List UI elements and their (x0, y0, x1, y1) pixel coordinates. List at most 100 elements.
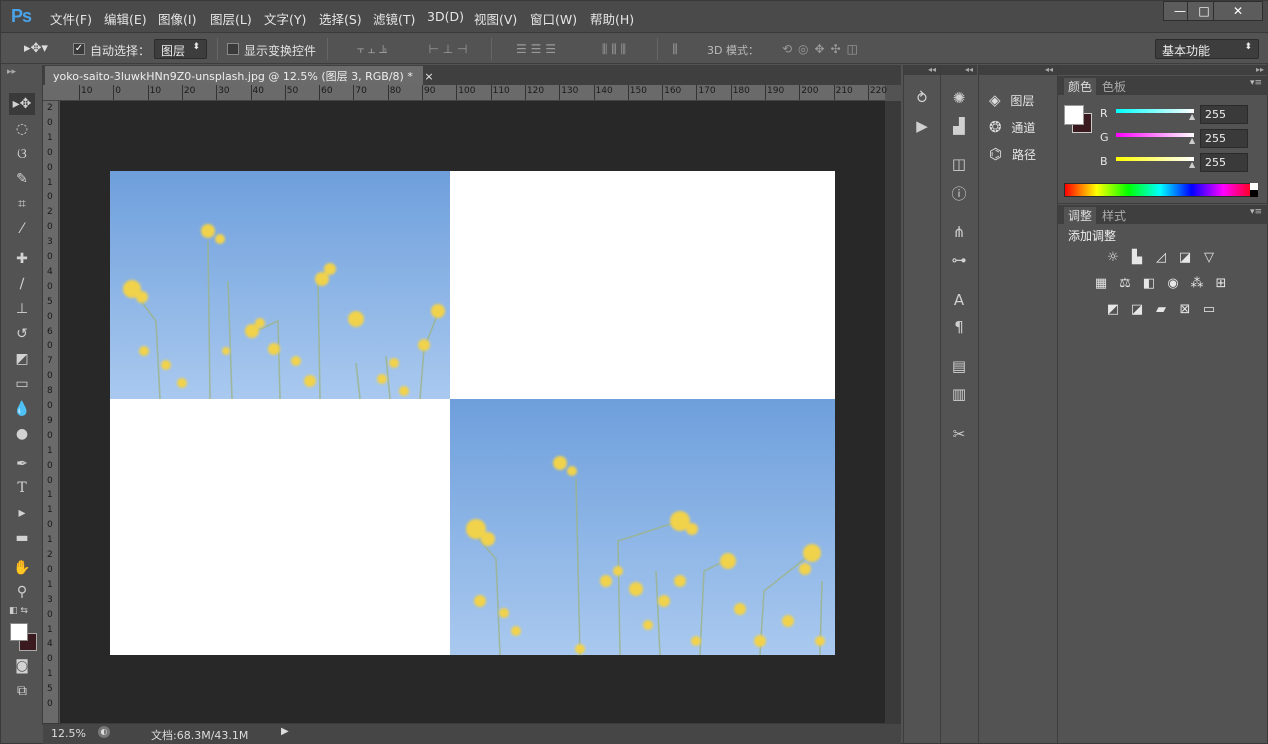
paths-panel-button[interactable]: ⌬ 路径 (989, 145, 1053, 165)
vertical-scrollbar[interactable] (885, 101, 901, 723)
eraser-tool-icon[interactable]: ◩ (9, 348, 35, 370)
close-button[interactable]: ✕ (1213, 1, 1263, 21)
r-value-input[interactable]: 255 (1200, 105, 1248, 124)
menu-type[interactable]: 文字(Y) (264, 9, 306, 28)
channels-panel-button[interactable]: ❂ 通道 (989, 118, 1053, 138)
distribute-horizontal-icons[interactable]: ⫼ ⫼ ⫼ (579, 42, 649, 57)
black-white-icon[interactable]: ◧ (1140, 276, 1158, 292)
curves-icon[interactable]: ◿ (1152, 250, 1170, 266)
gradient-tool-icon[interactable]: ▭ (9, 373, 35, 395)
marquee-tool-icon[interactable]: ◌ (9, 118, 35, 140)
slider-handle-icon[interactable]: ▲ (1189, 112, 1195, 121)
quick-mask-icon[interactable]: ◙ (9, 655, 35, 677)
b-slider[interactable] (1116, 157, 1194, 161)
path-selection-tool-icon[interactable]: ▸ (9, 502, 35, 524)
clone-stamp-tool-icon[interactable]: ⊥ (9, 298, 35, 320)
blur-tool-icon[interactable]: 💧 (9, 398, 35, 420)
zoom-level[interactable]: 12.5% (51, 727, 86, 740)
status-menu-arrow-icon[interactable]: ▶ (281, 726, 289, 737)
move-tool-icon[interactable]: ▸✥ (9, 93, 35, 115)
posterize-icon[interactable]: ◪ (1128, 302, 1146, 318)
pen-tool-icon[interactable]: ✒ (9, 453, 35, 475)
close-tab-icon[interactable]: × (424, 70, 433, 83)
document-canvas[interactable] (60, 101, 885, 723)
exposure-icon[interactable]: ◪ (1176, 250, 1194, 266)
brush-presets-icon[interactable]: ⋔ (941, 223, 977, 241)
slider-handle-icon[interactable]: ▲ (1189, 160, 1195, 169)
vibrance-icon[interactable]: ▽ (1200, 250, 1218, 266)
lasso-tool-icon[interactable]: ଓ (9, 143, 35, 165)
levels-icon[interactable]: ▙ (1128, 250, 1146, 266)
toolbox-collapse-icon[interactable]: ▸▸ (7, 67, 16, 77)
color-balance-icon[interactable]: ⚖ (1116, 276, 1134, 292)
notes-icon[interactable]: ▤ (941, 357, 977, 375)
menu-edit[interactable]: 编辑(E) (104, 9, 147, 28)
healing-brush-tool-icon[interactable]: ✚ (9, 248, 35, 270)
show-transform-checkbox[interactable] (227, 43, 239, 55)
workspace-dropdown[interactable]: 基本功能 ⬍ (1155, 39, 1259, 59)
panel-menu-icon[interactable]: ▾≡ (1250, 78, 1262, 88)
brush-tool-icon[interactable]: ∕ (9, 273, 35, 295)
auto-select-target-dropdown[interactable]: 图层 ⬍ (154, 39, 207, 59)
color-lookup-icon[interactable]: ⊞ (1212, 276, 1230, 292)
dock-collapse-icon[interactable]: ◂◂ (979, 65, 1057, 75)
menu-layer[interactable]: 图层(L) (210, 9, 252, 28)
menu-image[interactable]: 图像(I) (158, 9, 196, 28)
dock-collapse-icon[interactable]: ◂◂ (941, 65, 977, 75)
histogram-icon[interactable]: ▟ (941, 117, 977, 135)
selective-color-icon[interactable]: ⊠ (1176, 302, 1194, 318)
auto-select-checkbox[interactable]: ✓ (73, 43, 85, 55)
dock-expand-icon[interactable]: ▸▸ (1058, 65, 1268, 75)
r-slider[interactable] (1116, 109, 1194, 113)
history-brush-tool-icon[interactable]: ↺ (9, 323, 35, 345)
screen-mode-icon[interactable]: ⧉ (9, 680, 35, 702)
actions-play-icon[interactable]: ▶ (904, 117, 940, 135)
zoom-tool-icon[interactable]: ⚲ (9, 581, 35, 603)
layer-comps-icon[interactable]: ▥ (941, 385, 977, 403)
share-icon[interactable]: ◐ (98, 726, 110, 738)
layers-panel-button[interactable]: ◈ 图层 (989, 91, 1053, 111)
type-tool-icon[interactable]: T (9, 477, 35, 499)
hue-saturation-icon[interactable]: ▦ (1092, 276, 1110, 292)
panel-menu-icon[interactable]: ▾≡ (1250, 207, 1262, 217)
tool-presets-icon[interactable]: ⊶ (941, 251, 977, 269)
rectangle-tool-icon[interactable]: ▬ (9, 527, 35, 549)
threshold-icon[interactable]: ▰ (1152, 302, 1170, 318)
tab-color[interactable]: 颜色 (1064, 78, 1097, 95)
channel-mixer-icon[interactable]: ⁂ (1188, 276, 1206, 292)
menu-select[interactable]: 选择(S) (319, 9, 362, 28)
quick-select-tool-icon[interactable]: ✎ (9, 168, 35, 190)
menu-filter[interactable]: 滤镜(T) (373, 9, 415, 28)
color-fg-swatch[interactable] (1064, 105, 1084, 125)
dodge-tool-icon[interactable]: ● (9, 423, 35, 445)
default-colors-icon[interactable]: ◧ ⇆ (9, 606, 28, 616)
foreground-color-swatch[interactable] (10, 623, 28, 641)
navigator-icon[interactable]: ✺ (941, 89, 977, 107)
info-icon[interactable]: ⓘ (941, 183, 977, 204)
clone-source-icon[interactable]: ✂ (941, 425, 977, 443)
character-icon[interactable]: A (941, 291, 977, 309)
g-value-input[interactable]: 255 (1200, 129, 1248, 148)
menu-help[interactable]: 帮助(H) (590, 9, 634, 28)
align-vertical-icons[interactable]: ⫟ ⫠ ⫡ (339, 42, 405, 57)
black-white-ramp[interactable] (1250, 183, 1258, 197)
canvas-area[interactable] (60, 101, 885, 723)
invert-icon[interactable]: ◩ (1104, 302, 1122, 318)
distribute-vertical-icons[interactable]: ☰ ☰ ☰ (501, 42, 571, 56)
brightness-icon[interactable]: ☼ (1104, 250, 1122, 266)
3d-mode-icons[interactable]: ⟲◎✥✣◫ (763, 42, 883, 56)
dock-collapse-icon[interactable]: ◂◂ (904, 65, 940, 75)
g-slider[interactable] (1116, 133, 1194, 137)
auto-align-icon[interactable]: ⫼ (665, 42, 685, 57)
menu-3d[interactable]: 3D(D) (427, 9, 464, 24)
photo-filter-icon[interactable]: ◉ (1164, 276, 1182, 292)
align-horizontal-icons[interactable]: ⊢ ⊥ ⊣ (413, 42, 483, 56)
tab-swatches[interactable]: 色板 (1102, 78, 1126, 95)
move-tool-icon[interactable]: ▸✥▾ (21, 41, 51, 56)
crop-tool-icon[interactable]: ⌗ (9, 193, 35, 215)
color-spectrum-bar[interactable] (1064, 183, 1256, 197)
menu-window[interactable]: 窗口(W) (530, 9, 577, 28)
menu-view[interactable]: 视图(V) (474, 9, 517, 28)
eyedropper-tool-icon[interactable]: ⁄ (9, 218, 35, 240)
b-value-input[interactable]: 255 (1200, 153, 1248, 172)
